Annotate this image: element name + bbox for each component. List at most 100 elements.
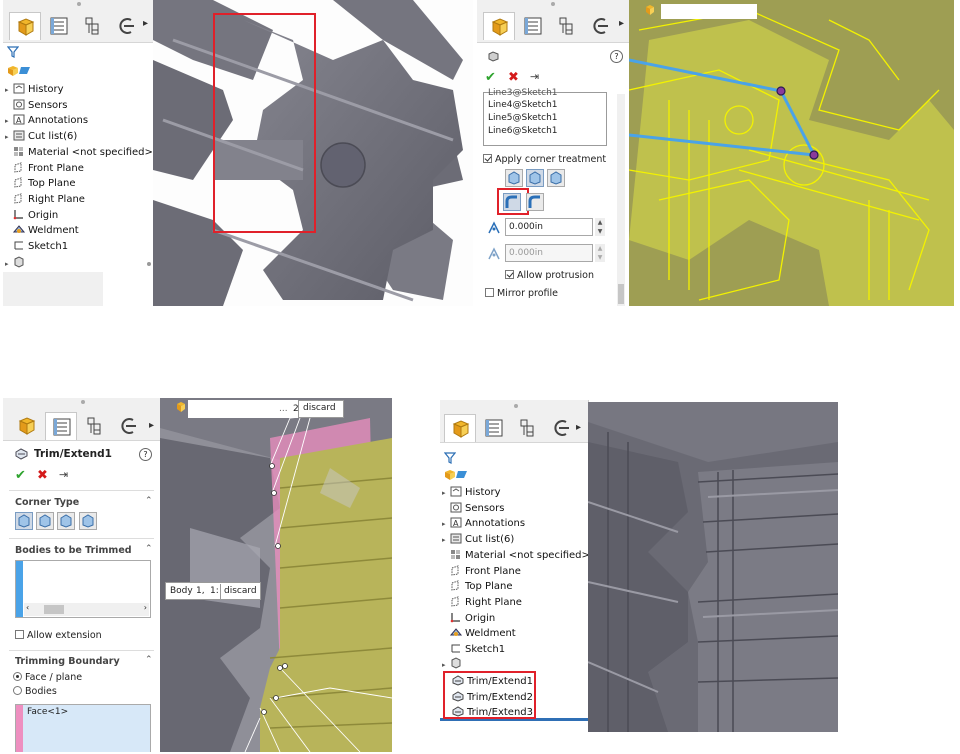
viewport-d[interactable] <box>588 402 838 732</box>
allow-protrusion-row[interactable]: Allow protrusion <box>505 270 594 281</box>
tree-item-sketch1[interactable]: Sketch1 <box>5 239 68 254</box>
tree-item-cut-list-6[interactable]: ▸ Cut list(6) <box>5 129 77 144</box>
gap-within-group-input[interactable]: 0.000in <box>505 218 593 236</box>
part-root-icon[interactable] <box>443 468 469 484</box>
collapse-corner-type-icon[interactable]: ⌃ <box>145 496 153 506</box>
tree-item-top-plane[interactable]: Top Plane <box>5 176 75 191</box>
cancel-x-icon[interactable]: ✖ <box>37 468 48 483</box>
tab-dimxpert[interactable] <box>113 412 145 440</box>
viewport-c[interactable]: ... 2: discard Body 1, 1: discard <box>160 398 392 752</box>
gap-spinner[interactable]: ▲ ▼ <box>595 218 605 236</box>
tree-item-annotations[interactable]: ▸ A Annotations <box>442 516 525 531</box>
apply-corner-row[interactable]: Apply corner treatment <box>483 154 606 165</box>
ok-check-icon[interactable]: ✔ <box>485 70 496 85</box>
viewport-a[interactable] <box>153 0 473 306</box>
selection-item[interactable]: Line5@Sketch1 <box>488 112 558 124</box>
tree-item-sensors[interactable]: Sensors <box>442 501 505 516</box>
callout-top-value[interactable]: discard <box>298 400 344 418</box>
tab-dimxpert[interactable] <box>111 12 143 40</box>
tree-item-history[interactable]: ▸ History <box>5 82 64 97</box>
selections-list[interactable]: Line3@Sketch1 Line4@Sketch1 Line5@Sketch1… <box>483 88 607 146</box>
bodies-row[interactable]: Bodies <box>13 686 57 697</box>
boundary-face-item[interactable]: Face<1> <box>27 707 68 717</box>
expand-arrow-icon[interactable]: ▸ <box>442 533 450 548</box>
bodies-radio[interactable] <box>13 686 22 695</box>
tree-row-weldment-body[interactable]: ▸ <box>442 657 465 670</box>
tree-item-top-plane[interactable]: Top Plane <box>442 579 512 594</box>
tree-item-weldment[interactable]: Weldment <box>5 223 79 238</box>
mirror-profile-checkbox[interactable] <box>485 288 494 297</box>
gap-different-groups-input[interactable]: 0.000in <box>505 244 593 262</box>
selection-item[interactable]: Line6@Sketch1 <box>488 125 558 137</box>
gap2-spinner[interactable]: ▲ ▼ <box>595 244 605 262</box>
filter-icon[interactable] <box>6 46 20 61</box>
tab-property-manager[interactable] <box>517 12 549 40</box>
tree-row-weldment-body[interactable]: ▸ <box>5 256 28 269</box>
tab-scroll-right-icon[interactable]: ▸ <box>619 18 624 29</box>
tree-item-history[interactable]: ▸ History <box>442 485 501 500</box>
tree-item-material-not-specified[interactable]: Material <not specified> <box>442 548 588 563</box>
tree-item-weldment[interactable]: Weldment <box>442 626 516 641</box>
apply-corner-checkbox[interactable] <box>483 154 492 163</box>
selection-item[interactable]: Line4@Sketch1 <box>488 99 558 111</box>
tree-item-front-plane[interactable]: Front Plane <box>5 161 84 176</box>
bodies-trimmed-list[interactable]: ‹ › <box>15 560 151 618</box>
pushpin-icon[interactable]: ⇥ <box>59 468 68 481</box>
tab-feature-manager[interactable] <box>11 412 43 440</box>
tab-configuration-manager[interactable] <box>512 414 544 442</box>
tab-configuration-manager[interactable] <box>79 412 111 440</box>
tree-item-sensors[interactable]: Sensors <box>5 98 68 113</box>
part-root-icon[interactable] <box>6 64 32 80</box>
corner-end-butt1-button[interactable] <box>57 512 76 533</box>
tab-property-manager[interactable] <box>478 414 510 442</box>
allow-extension-row[interactable]: Allow extension <box>15 630 102 641</box>
tree-item-annotations[interactable]: ▸ A Annotations <box>5 113 88 128</box>
tab-feature-manager[interactable] <box>9 12 41 40</box>
tab-scroll-right-icon[interactable]: ▸ <box>149 420 154 431</box>
tab-scroll-right-icon[interactable]: ▸ <box>576 422 581 433</box>
tree-item-origin[interactable]: Origin <box>5 208 58 223</box>
corner-end-trim-button[interactable] <box>15 512 33 533</box>
cancel-x-icon[interactable]: ✖ <box>508 70 519 85</box>
help-icon[interactable]: ? <box>610 50 623 63</box>
allow-protrusion-checkbox[interactable] <box>505 270 514 279</box>
face-plane-radio[interactable] <box>13 672 22 681</box>
filter-icon[interactable] <box>443 452 457 467</box>
corner-end-trim-button[interactable] <box>505 169 523 190</box>
corner-end-butt-button[interactable] <box>547 169 566 190</box>
tab-scroll-right-icon[interactable]: ▸ <box>143 18 148 29</box>
collapse-bodies-icon[interactable]: ⌃ <box>145 544 153 554</box>
expand-arrow-icon[interactable]: ▸ <box>442 486 450 501</box>
tree-item-right-plane[interactable]: Right Plane <box>442 595 522 610</box>
simple-cut-button[interactable] <box>503 193 521 214</box>
pm-scrollbar[interactable] <box>617 94 625 306</box>
tab-feature-manager[interactable] <box>444 414 476 442</box>
tree-item-material-not-specified[interactable]: Material <not specified> <box>5 145 153 160</box>
collapse-boundary-icon[interactable]: ⌃ <box>145 655 153 665</box>
tab-feature-manager[interactable] <box>483 12 515 40</box>
trimming-boundary-list[interactable]: Face<1> <box>15 704 151 752</box>
callout-body[interactable]: Body 1, 1: discard <box>165 582 261 600</box>
tree-item-cut-list-6[interactable]: ▸ Cut list(6) <box>442 532 514 547</box>
expand-arrow-icon[interactable]: ▸ <box>442 517 450 532</box>
viewport-b[interactable] <box>629 0 954 306</box>
tree-item-origin[interactable]: Origin <box>442 611 495 626</box>
mirror-profile-row[interactable]: Mirror profile <box>485 288 558 299</box>
tab-configuration-manager[interactable] <box>551 12 583 40</box>
tree-flyout-icon[interactable] <box>645 4 661 19</box>
corner-end-miter-button[interactable] <box>36 512 55 533</box>
bodies-list-hscroll[interactable]: ‹ › <box>24 603 149 616</box>
tab-dimxpert[interactable] <box>585 12 617 40</box>
tab-dimxpert[interactable] <box>546 414 578 442</box>
allow-extension-checkbox[interactable] <box>15 630 24 639</box>
coped-cut-button[interactable] <box>526 193 545 214</box>
expand-arrow-icon[interactable]: ▸ <box>5 114 13 129</box>
pushpin-icon[interactable]: ⇥ <box>530 70 539 83</box>
splitter-handle[interactable] <box>147 262 151 266</box>
face-plane-row[interactable]: Face / plane <box>13 672 82 683</box>
expand-arrow-icon[interactable]: ▸ <box>5 130 13 145</box>
tree-item-sketch1[interactable]: Sketch1 <box>442 642 505 657</box>
expand-arrow-icon[interactable]: ▸ <box>5 83 13 98</box>
tab-configuration-manager[interactable] <box>77 12 109 40</box>
tab-property-manager[interactable] <box>43 12 75 40</box>
